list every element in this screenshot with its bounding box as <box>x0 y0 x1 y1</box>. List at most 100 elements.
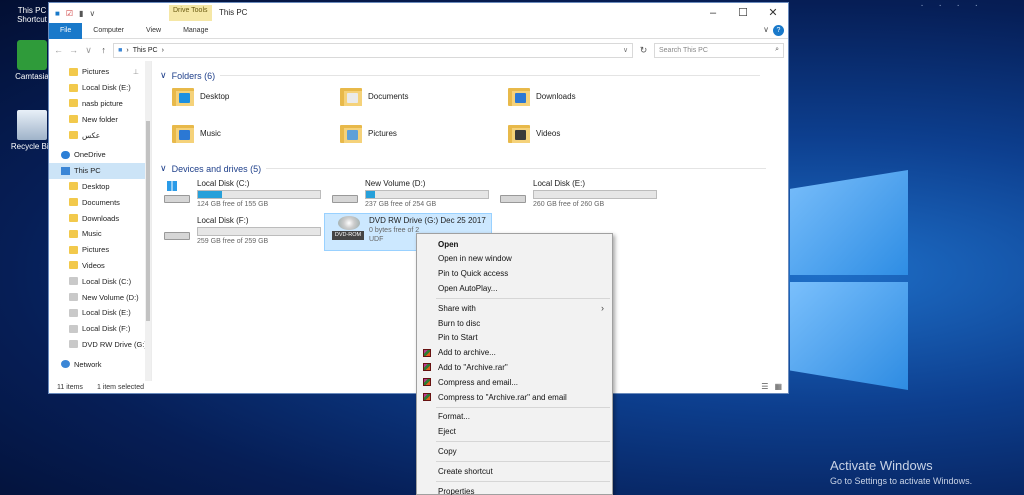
tab-manage[interactable]: Manage <box>172 23 219 39</box>
menu-item[interactable]: Format... <box>417 410 612 424</box>
nav-item[interactable]: Local Disk (C:) <box>49 273 151 289</box>
nav-item[interactable]: Documents <box>49 194 151 210</box>
collapse-chevron-icon[interactable]: ∨ <box>160 163 167 174</box>
nav-item[interactable]: Pictures <box>49 242 151 258</box>
folder-icon <box>69 67 78 76</box>
overlay-text: · · · · <box>920 0 984 11</box>
nav-item[interactable]: Videos <box>49 258 151 274</box>
nav-item-label: OneDrive <box>74 150 106 160</box>
drives-group-header[interactable]: ∨ Devices and drives (5) <box>160 163 767 174</box>
address-input[interactable]: ■ › This PC › ∨ <box>113 42 634 58</box>
help-icon[interactable]: ? <box>773 25 784 36</box>
menu-item[interactable]: Open AutoPlay... <box>417 281 612 295</box>
nav-item[interactable]: Local Disk (E:) <box>49 80 151 96</box>
collapse-chevron-icon[interactable]: ∨ <box>160 70 167 81</box>
nav-item[interactable]: DVD RW Drive (G:) <box>49 337 151 353</box>
winrar-icon <box>423 378 431 387</box>
nav-scroll-thumb[interactable] <box>146 121 150 321</box>
nav-item[interactable]: Local Disk (E:) <box>49 305 151 321</box>
menu-item[interactable]: Properties <box>417 484 612 495</box>
tab-file[interactable]: File <box>49 22 83 39</box>
menu-item[interactable]: Add to "Archive.rar" <box>417 360 612 374</box>
tab-computer[interactable]: Computer <box>82 23 135 39</box>
drive-icon <box>69 293 78 302</box>
folder-icon <box>69 182 78 191</box>
nav-item[interactable]: Downloads <box>49 210 151 226</box>
folder-item[interactable]: Documents <box>340 86 408 106</box>
search-placeholder: Search This PC <box>659 46 708 54</box>
nav-item[interactable]: Local Disk (F:) <box>49 321 151 337</box>
drive-item[interactable]: Local Disk (F:) 259 GB free of 259 GB <box>164 216 321 245</box>
menu-item[interactable]: Compress and email... <box>417 375 612 389</box>
nav-item-label: Desktop <box>82 181 110 191</box>
folder-icon <box>172 86 194 106</box>
nav-item[interactable]: Desktop <box>49 179 151 195</box>
search-icon[interactable]: ⌕ <box>775 46 779 54</box>
folder-item[interactable]: Desktop <box>172 86 229 106</box>
folder-icon <box>508 86 530 106</box>
menu-item[interactable]: Pin to Quick access <box>417 267 612 281</box>
minimize-button[interactable]: – <box>698 3 728 23</box>
title-bar[interactable]: ■ ☑ ▮ ∨ Drive Tools This PC – ☐ ✕ <box>49 3 788 23</box>
address-text[interactable]: This PC <box>133 47 158 54</box>
up-icon[interactable]: ↑ <box>98 45 109 55</box>
menu-item[interactable]: Pin to Start <box>417 331 612 345</box>
folder-label: Downloads <box>536 91 576 101</box>
nav-scrollbar[interactable] <box>145 61 151 381</box>
tab-view[interactable]: View <box>135 23 172 39</box>
menu-item[interactable]: Compress to "Archive.rar" and email <box>417 390 612 404</box>
folder-item[interactable]: Pictures <box>340 123 397 143</box>
menu-item[interactable]: Open in new window <box>417 252 612 266</box>
close-button[interactable]: ✕ <box>758 3 788 23</box>
maximize-button[interactable]: ☐ <box>728 3 758 23</box>
address-dropdown-icon[interactable]: ∨ <box>623 46 628 54</box>
details-view-icon[interactable]: ☰ <box>761 382 768 391</box>
drive-tools-contextual-tab[interactable]: Drive Tools <box>169 5 212 21</box>
menu-item[interactable]: Open <box>417 237 612 251</box>
forward-icon[interactable]: → <box>68 45 79 55</box>
drive-name: Local Disk (F:) <box>197 216 249 225</box>
drive-item[interactable]: Local Disk (C:) 124 GB free of 155 GB <box>164 179 321 208</box>
address-chevron-icon[interactable]: › <box>126 47 128 54</box>
folder-item[interactable]: Music <box>172 123 221 143</box>
folder-item[interactable]: Videos <box>508 123 560 143</box>
menu-item[interactable]: Copy <box>417 444 612 458</box>
address-chevron-icon[interactable]: › <box>162 47 164 54</box>
menu-item[interactable]: Add to archive... <box>417 346 612 360</box>
menu-item-label: Open in new window <box>438 254 512 264</box>
menu-item[interactable]: Create shortcut <box>417 464 612 478</box>
nav-item[interactable]: Pictures ⊥ <box>49 64 151 80</box>
menu-item[interactable]: Eject <box>417 425 612 439</box>
nav-item[interactable]: Music <box>49 226 151 242</box>
qat-dropdown-icon[interactable]: ∨ <box>89 9 95 18</box>
nav-item[interactable]: nasb picture <box>49 96 151 112</box>
folder-icon <box>69 198 78 207</box>
divider <box>266 168 767 169</box>
refresh-icon[interactable]: ↻ <box>637 45 650 56</box>
search-input[interactable]: Search This PC ⌕ <box>654 42 784 58</box>
folder-icon <box>508 123 530 143</box>
folder-icon <box>340 86 362 106</box>
drives-header-label: Devices and drives (5) <box>171 163 262 174</box>
nav-item[interactable]: This PC <box>49 162 151 179</box>
nav-item[interactable]: عكس <box>49 127 151 143</box>
nav-item[interactable]: Network <box>49 356 151 372</box>
drive-item[interactable]: New Volume (D:) 237 GB free of 254 GB <box>332 179 489 208</box>
drive-item[interactable]: Local Disk (E:) 260 GB free of 260 GB <box>500 179 657 208</box>
nav-item[interactable]: OneDrive <box>49 147 151 163</box>
folders-group-header[interactable]: ∨ Folders (6) <box>160 70 761 81</box>
menu-item[interactable]: Burn to disc <box>417 316 612 330</box>
back-icon[interactable]: ← <box>53 45 64 55</box>
properties-icon[interactable]: ☑ <box>66 9 73 18</box>
expand-ribbon-icon[interactable]: ∨ <box>763 25 769 36</box>
menu-item[interactable]: Share with › <box>417 301 612 315</box>
windows-logo <box>790 160 910 390</box>
large-icons-view-icon[interactable]: ▦ <box>774 382 782 391</box>
folder-label: Pictures <box>368 128 397 138</box>
folder-item[interactable]: Downloads <box>508 86 576 106</box>
nav-item[interactable]: New Volume (D:) <box>49 289 151 305</box>
nav-item[interactable]: New folder <box>49 111 151 127</box>
new-folder-icon[interactable]: ▮ <box>79 9 83 18</box>
recent-locations-icon[interactable]: ∨ <box>83 45 94 56</box>
folder-icon <box>69 131 78 140</box>
